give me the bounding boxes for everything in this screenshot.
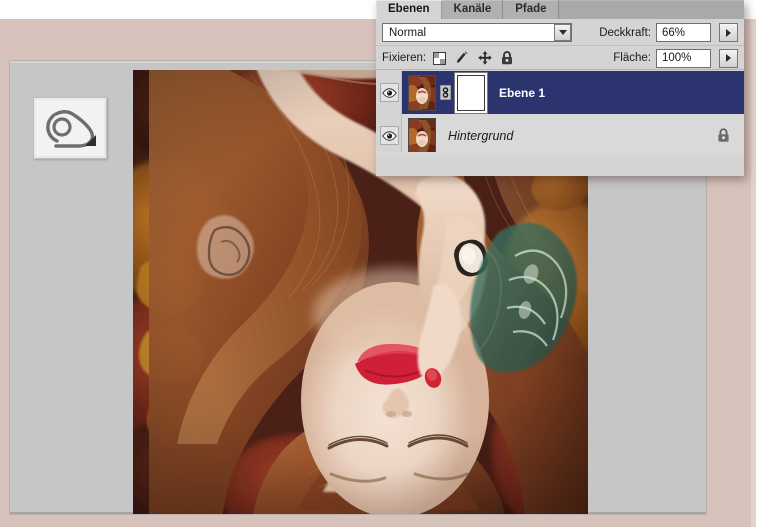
lock-transparency-icon[interactable] [433,51,447,65]
opacity-input[interactable]: 66% [656,23,711,42]
padlock-icon [717,128,730,143]
lock-all-padlock-icon[interactable] [501,51,513,65]
fill-group: Fläche: 100% [613,48,738,68]
opacity-stepper-icon[interactable] [719,23,738,42]
layer-list: Ebene 1 Hintergrund [376,70,744,157]
table-row[interactable]: Ebene 1 [376,71,744,114]
layer-visibility-toggle-1[interactable] [376,114,402,157]
layer-name-0: Ebene 1 [499,85,546,100]
tool-group-triangle-corner-icon [85,135,96,146]
dodge-tool-icon-box[interactable] [33,97,107,159]
screenshot-root: Ebenen Kanäle Pfade Normal Deckkraft: 66… [0,0,770,527]
layer-name-1: Hintergrund [448,128,514,143]
page-background-right-edge [751,19,756,527]
triangle-right-glyph [726,54,731,62]
panel-tabbar[interactable]: Ebenen Kanäle Pfade [376,0,744,19]
blend-mode-row: Normal Deckkraft: 66% [376,19,744,46]
lock-image-brush-icon[interactable] [455,51,469,65]
dodge-tool-circle [52,117,72,137]
lock-icons-group [433,51,513,65]
tabbar-filler [558,0,744,19]
triangle-right-glyph [726,28,731,37]
opacity-label: Deckkraft: [599,26,651,39]
link-chain-icon[interactable] [440,85,451,101]
tab-ebenen[interactable]: Ebenen [376,0,442,19]
layer-thumbnail-0[interactable] [408,74,436,111]
table-row[interactable]: Hintergrund [376,114,744,157]
eye-icon[interactable] [379,83,399,102]
layers-panel[interactable]: Ebenen Kanäle Pfade Normal Deckkraft: 66… [376,0,744,176]
fill-label: Fläche: [613,52,651,64]
panel-bottom-edge [376,152,744,157]
lock-label: Fixieren: [382,52,427,64]
chevron-down-glyph [558,30,567,35]
fill-input[interactable]: 100% [656,48,711,68]
tab-kanaele[interactable]: Kanäle [441,0,504,19]
layer-visibility-toggle-0[interactable] [376,71,402,114]
eye-icon[interactable] [379,126,399,145]
opacity-group: Deckkraft: 66% [599,23,738,42]
layer-thumbnail-1[interactable] [408,117,436,154]
lock-position-move-icon[interactable] [478,51,492,65]
lock-row: Fixieren: Fläche: 100% [376,46,744,70]
layer-mask-thumbnail-0[interactable] [457,74,485,111]
blend-mode-value: Normal [389,26,427,39]
fill-stepper-icon[interactable] [719,48,738,68]
chevron-down-icon[interactable] [554,24,571,41]
blend-mode-select[interactable]: Normal [382,23,572,42]
tab-pfade[interactable]: Pfade [503,0,559,19]
